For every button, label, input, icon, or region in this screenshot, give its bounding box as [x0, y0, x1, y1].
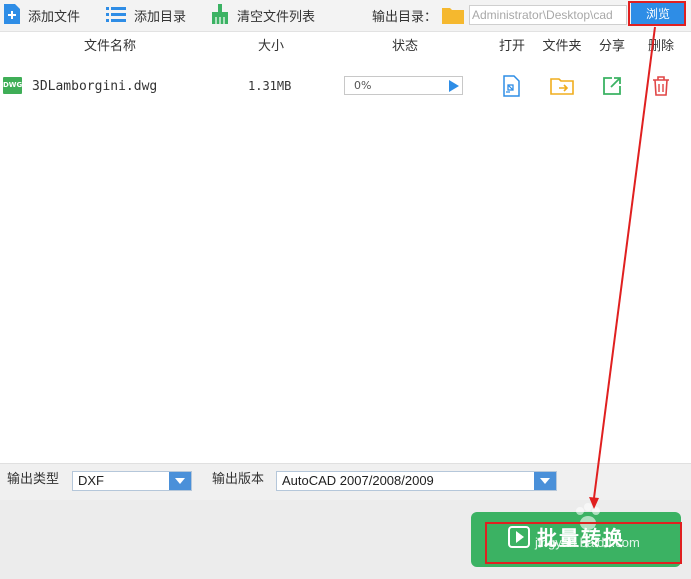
header-folder: 文件夹 — [542, 39, 582, 54]
header-size: 大小 — [257, 39, 284, 54]
chevron-down-icon[interactable] — [169, 472, 191, 490]
folder-icon — [442, 6, 464, 28]
toolbar: 添加文件 添加目录 清空文件列表 输出目录： Administrator\Des… — [0, 0, 691, 32]
header-share: 分享 — [598, 39, 625, 54]
list-icon — [106, 6, 126, 26]
output-type-select[interactable]: DXF — [72, 471, 192, 491]
header-open: 打开 — [498, 39, 525, 54]
progress-text: 0% — [354, 79, 372, 92]
output-type-value: DXF — [78, 473, 104, 488]
output-type-label: 输出类型 — [7, 472, 60, 487]
open-file-icon[interactable] — [501, 75, 523, 97]
broom-icon — [211, 3, 229, 28]
play-icon[interactable] — [449, 80, 459, 92]
chevron-down-icon[interactable] — [534, 472, 556, 490]
add-directory-button[interactable]: 添加目录 — [106, 0, 186, 31]
add-file-button[interactable]: 添加文件 — [4, 0, 80, 31]
output-version-label: 输出版本 — [212, 472, 265, 487]
header-status: 状态 — [391, 39, 418, 54]
output-dir-field[interactable]: Administrator\Desktop\cad — [469, 5, 627, 25]
delete-icon[interactable] — [651, 75, 673, 97]
add-directory-label: 添加目录 — [134, 10, 187, 25]
annotation-highlight-browse — [628, 1, 686, 26]
table-header: 文件名称 大小 状态 打开 文件夹 分享 删除 — [0, 32, 691, 62]
output-dir-label: 输出目录： — [372, 10, 438, 25]
file-size: 1.31MB — [248, 79, 292, 93]
header-delete: 删除 — [647, 39, 674, 54]
clear-list-label: 清空文件列表 — [237, 10, 316, 25]
header-file-name: 文件名称 — [83, 39, 136, 54]
annotation-highlight-convert — [485, 522, 682, 564]
open-folder-icon[interactable] — [550, 75, 574, 97]
share-icon[interactable] — [601, 75, 623, 97]
output-version-value: AutoCAD 2007/2008/2009 — [282, 473, 434, 488]
output-version-select[interactable]: AutoCAD 2007/2008/2009 — [276, 471, 557, 491]
add-file-icon — [4, 3, 20, 28]
clear-list-button[interactable]: 清空文件列表 — [211, 0, 315, 31]
dwg-file-icon: DWG — [3, 77, 22, 94]
progress-bar: 0% — [344, 76, 463, 95]
file-name: 3DLamborgini.dwg — [32, 79, 158, 94]
add-file-label: 添加文件 — [28, 10, 81, 25]
